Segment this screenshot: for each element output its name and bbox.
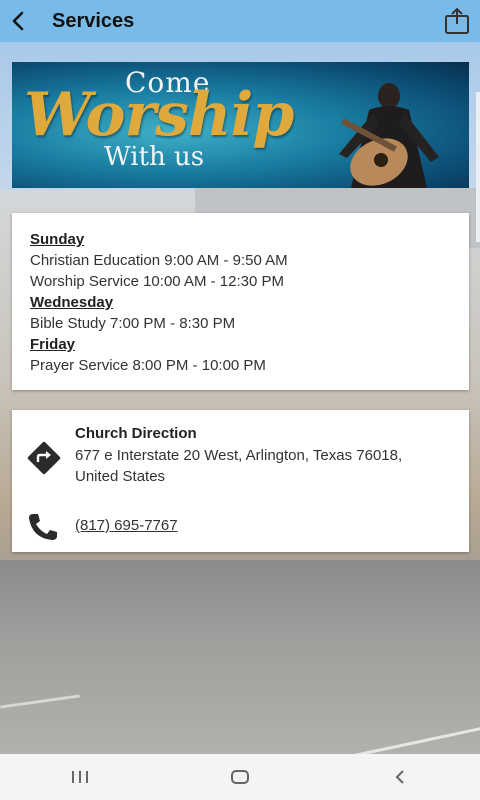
church-address[interactable]: 677 e Interstate 20 West, Arlington, Tex…: [75, 445, 425, 487]
banner-with-us-text: With us: [104, 142, 205, 172]
share-icon: [445, 7, 469, 34]
page-title: Services: [52, 9, 135, 32]
service-time: Christian Education 9:00 AM - 9:50 AM: [30, 252, 288, 269]
recents-button[interactable]: [50, 754, 110, 800]
day-heading-friday: Friday: [30, 336, 76, 353]
banner-worship-text: Worship: [24, 80, 294, 150]
nav-back-button[interactable]: [370, 754, 430, 800]
worship-banner: Come Worship With us: [12, 62, 469, 188]
service-schedule-card: Sunday Christian Education 9:00 AM - 9:5…: [12, 213, 469, 390]
system-navigation-bar: [0, 754, 480, 800]
home-icon: [231, 770, 249, 784]
day-heading-sunday: Sunday: [30, 231, 85, 248]
service-time: Bible Study 7:00 PM - 8:30 PM: [30, 315, 236, 332]
service-time: Worship Service 10:00 AM - 12:30 PM: [30, 273, 285, 290]
direction-icon: [27, 441, 61, 475]
day-heading-wednesday: Wednesday: [30, 294, 114, 311]
phone-number-link[interactable]: (817) 695-7767: [75, 517, 178, 534]
scroll-edge-indicator: [476, 92, 480, 242]
contact-card: Church Direction 677 e Interstate 20 Wes…: [12, 410, 469, 552]
direction-title: Church Direction: [75, 425, 197, 442]
call-button[interactable]: [26, 512, 60, 547]
directions-button[interactable]: [26, 440, 62, 481]
service-time: Prayer Service 8:00 PM - 10:00 PM: [30, 357, 266, 374]
guitarist-figure: [339, 83, 439, 188]
back-button[interactable]: [2, 0, 34, 42]
share-button[interactable]: [442, 6, 472, 36]
app-header: Services: [0, 0, 480, 42]
recents-icon: [72, 771, 88, 783]
phone-icon: [29, 514, 57, 540]
home-button[interactable]: [210, 754, 270, 800]
arrow-back-icon: [12, 11, 24, 31]
nav-back-icon: [395, 770, 404, 784]
background-parking-lot: [0, 560, 480, 754]
